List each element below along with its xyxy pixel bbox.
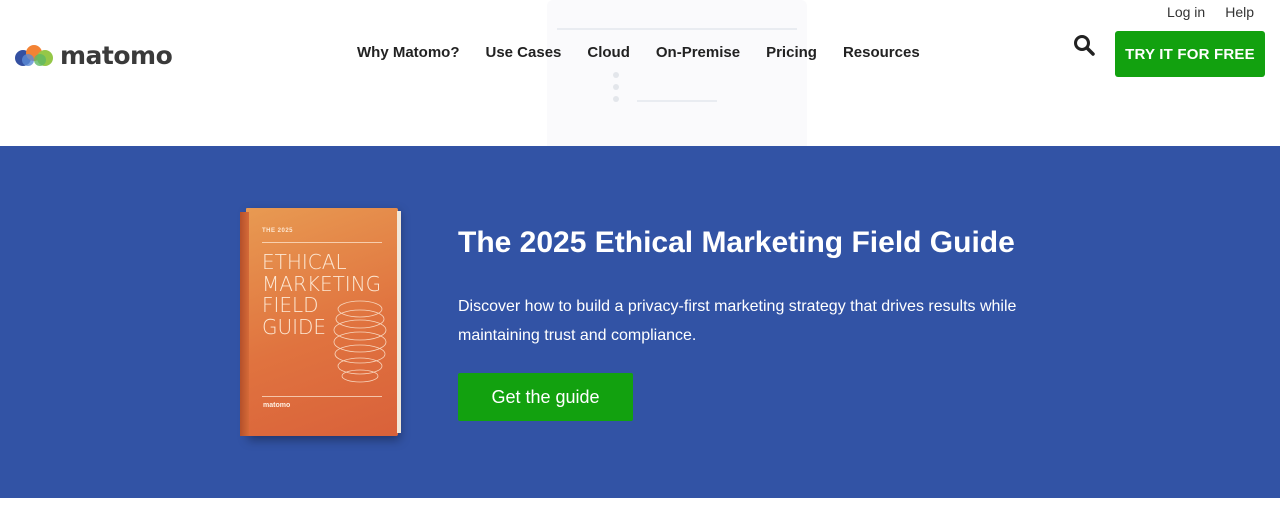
book-pages: [397, 211, 401, 433]
get-guide-button[interactable]: Get the guide: [458, 373, 633, 421]
field-guide-book-image: THE 2025 ETHICAL MARKETING FIELD GUIDE m…: [240, 208, 401, 436]
login-link[interactable]: Log in: [1167, 4, 1205, 20]
top-utility-bar: Log in Help: [1167, 4, 1254, 20]
book-brand: matomo: [263, 402, 291, 409]
nav-use-cases[interactable]: Use Cases: [486, 44, 562, 61]
search-button[interactable]: [1073, 34, 1095, 61]
nav-cloud[interactable]: Cloud: [587, 44, 630, 61]
book-year: THE 2025: [262, 228, 294, 234]
book-top-rule: [262, 242, 382, 243]
hero-title: The 2025 Ethical Marketing Field Guide: [458, 226, 1015, 259]
book-cover: THE 2025 ETHICAL MARKETING FIELD GUIDE m…: [246, 208, 398, 436]
book-swirl-graphic: [333, 300, 387, 383]
main-nav: Why Matomo? Use Cases Cloud On-Premise P…: [357, 44, 946, 61]
book-bottom-rule: [262, 396, 382, 397]
hero-description: Discover how to build a privacy-first ma…: [458, 298, 1017, 344]
nav-resources[interactable]: Resources: [843, 44, 920, 61]
search-icon: [1074, 35, 1095, 56]
help-link[interactable]: Help: [1225, 4, 1254, 20]
nav-why-matomo[interactable]: Why Matomo?: [357, 44, 460, 61]
matomo-logo-icon: [15, 44, 53, 66]
matomo-logo[interactable]: matomo: [14, 41, 173, 70]
nav-on-premise[interactable]: On-Premise: [656, 44, 740, 61]
try-it-free-button[interactable]: TRY IT FOR FREE: [1115, 31, 1265, 77]
brand-name: matomo: [60, 41, 173, 70]
nav-pricing[interactable]: Pricing: [766, 44, 817, 61]
book-spine: [240, 212, 249, 436]
